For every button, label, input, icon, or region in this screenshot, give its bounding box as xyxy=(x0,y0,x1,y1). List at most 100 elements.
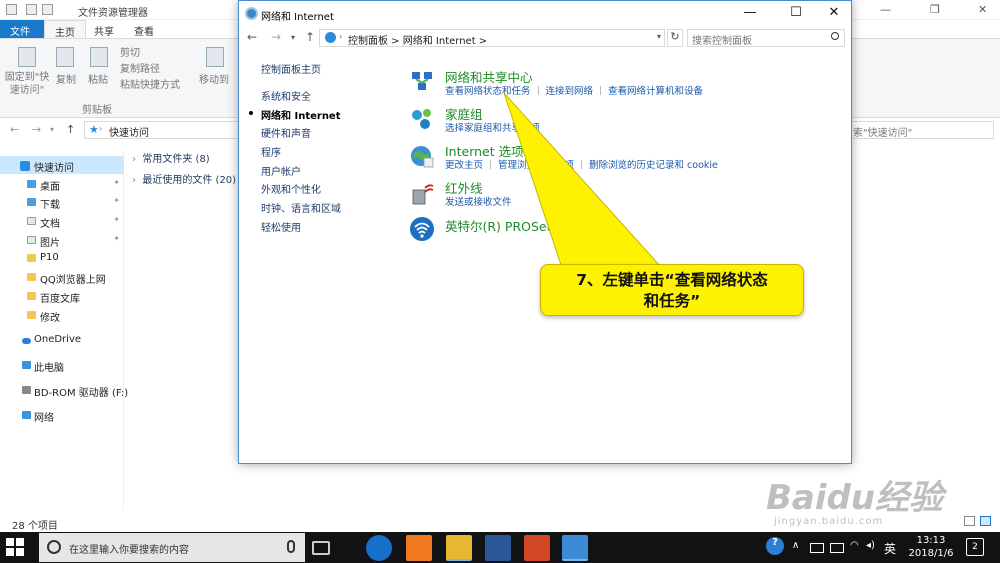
sidebar-item-onedrive[interactable]: OneDrive xyxy=(0,331,124,349)
battery-icon[interactable] xyxy=(830,543,844,553)
ime-indicator[interactable]: 英 xyxy=(884,540,896,557)
view-network-computers-link[interactable]: 查看网络计算机和设备 xyxy=(608,86,703,97)
up-icon[interactable]: ↑ xyxy=(66,123,75,136)
back-icon[interactable]: ← xyxy=(10,123,19,136)
sidebar-item-p10[interactable]: P10 xyxy=(0,249,124,267)
tab-share[interactable]: 共享 xyxy=(84,20,124,38)
word-icon[interactable] xyxy=(485,535,511,561)
change-homepage-link[interactable]: 更改主页 xyxy=(445,160,483,171)
explorer-search-input[interactable]: 索"快速访问" xyxy=(848,121,994,139)
action-center-icon[interactable]: 2 xyxy=(966,538,984,556)
maximize-button[interactable]: ☐ xyxy=(781,5,811,23)
control-panel-search-input[interactable]: 搜索控制面板 xyxy=(687,29,845,47)
tab-home[interactable]: 主页 xyxy=(44,20,86,39)
copy-icon xyxy=(56,47,74,67)
sidebar-item-qq-browser[interactable]: QQ浏览器上网 xyxy=(0,268,124,286)
volume-icon[interactable]: ◂) xyxy=(866,540,875,551)
copy-button[interactable]: 复制 xyxy=(54,71,78,86)
sidebar-item-pictures[interactable]: 图片 ✦ xyxy=(0,231,124,249)
sidebar-item-bd-rom[interactable]: BD-ROM 驱动器 (F:) xyxy=(0,381,128,399)
control-panel-icon xyxy=(325,32,336,43)
sidebar-item-this-pc[interactable]: 此电脑 xyxy=(0,356,124,374)
group-frequent-folders[interactable]: › 常用文件夹 (8) xyxy=(132,150,210,165)
intel-wireless-title[interactable]: 英特尔(R) PROSet/无线工具 xyxy=(445,216,606,235)
link-system-security[interactable]: 系统和安全 xyxy=(261,88,311,103)
recent-chevron-icon[interactable]: ▾ xyxy=(50,125,54,134)
view-network-status-link[interactable]: 查看网络状态和任务 xyxy=(445,86,531,97)
desktop-icon xyxy=(27,180,36,188)
forward-icon[interactable]: → xyxy=(271,30,281,44)
link-appearance[interactable]: 外观和个性化 xyxy=(261,181,321,196)
sidebar-item-network[interactable]: 网络 xyxy=(0,406,124,424)
pin-icon: ✦ xyxy=(113,196,120,205)
link-programs[interactable]: 程序 xyxy=(261,144,281,159)
pin-icon xyxy=(18,47,36,67)
link-label: 网络和 Internet xyxy=(261,111,341,122)
sidebar-item-label: 此电脑 xyxy=(34,363,64,374)
manage-addons-link[interactable]: 管理浏览器加载项 xyxy=(498,160,574,171)
quick-access-properties-icon[interactable] xyxy=(26,4,37,15)
explorer-minimize-icon[interactable]: — xyxy=(880,3,891,16)
group-recent-files[interactable]: › 最近使用的文件 (20) xyxy=(132,171,236,186)
explorer-close-icon[interactable]: ✕ xyxy=(978,3,987,16)
paste-shortcut-button[interactable]: 粘贴快捷方式 xyxy=(120,76,180,91)
back-icon[interactable]: ← xyxy=(247,30,257,44)
forward-icon[interactable]: → xyxy=(32,123,41,136)
link-hardware-sound[interactable]: 硬件和声音 xyxy=(261,125,311,140)
details-view-icon[interactable] xyxy=(964,516,975,526)
delete-history-link[interactable]: 删除浏览的历史记录和 cookie xyxy=(589,160,718,171)
sidebar-item-desktop[interactable]: 桌面 ✦ xyxy=(0,175,124,193)
recent-chevron-icon[interactable]: ▾ xyxy=(291,33,295,42)
show-hidden-icons-icon[interactable]: ∧ xyxy=(792,540,799,551)
link-control-panel-home[interactable]: 控制面板主页 xyxy=(261,61,321,76)
explorer-sidebar: 快速访问 桌面 ✦ 下载 ✦ 文档 ✦ 图片 ✦ P10 QQ浏览器上网 百度文库 修改… xyxy=(0,150,128,510)
control-panel-taskbar-icon[interactable] xyxy=(562,535,588,561)
browser-app-icon[interactable] xyxy=(406,535,432,561)
cut-button[interactable]: 剪切 xyxy=(120,44,140,59)
globe-icon xyxy=(411,146,434,168)
star-icon: ★ xyxy=(89,123,99,136)
control-panel-address-bar[interactable]: › 控制面板 > 网络和 Internet > ▾ xyxy=(319,29,665,47)
powerpoint-icon[interactable] xyxy=(524,535,550,561)
explorer-maximize-icon[interactable]: ❐ xyxy=(930,3,940,16)
paste-button[interactable]: 粘贴 xyxy=(86,71,110,86)
refresh-icon[interactable]: ↻ xyxy=(667,29,683,47)
send-receive-files-link[interactable]: 发送或接收文件 xyxy=(445,197,512,208)
file-explorer-icon[interactable] xyxy=(446,535,472,561)
taskbar-clock[interactable]: 13:13 2018/1/6 xyxy=(906,534,956,560)
close-button[interactable]: ✕ xyxy=(819,5,849,23)
minimize-button[interactable]: — xyxy=(735,5,765,23)
device-icon[interactable] xyxy=(810,543,824,553)
sidebar-item-baidu-wenku[interactable]: 百度文库 xyxy=(0,287,124,305)
up-icon[interactable]: ↑ xyxy=(305,30,315,44)
move-to-button[interactable]: 移动到 xyxy=(198,71,230,86)
link-user-accounts[interactable]: 用户帐户 xyxy=(261,163,301,178)
windows-start-icon[interactable] xyxy=(6,538,26,558)
sidebar-item-modify[interactable]: 修改 xyxy=(0,306,124,324)
address-dropdown-icon[interactable]: ▾ xyxy=(657,32,661,41)
copy-path-button[interactable]: 复制路径 xyxy=(120,60,160,75)
wifi-icon[interactable]: ◠ xyxy=(850,540,859,551)
link-ease-of-access[interactable]: 轻松使用 xyxy=(261,219,301,234)
homegroup-sharing-link[interactable]: 选择家庭组和共享选项 xyxy=(445,123,540,134)
sidebar-item-quick-access[interactable]: 快速访问 xyxy=(0,156,124,174)
pin-to-quick-access-button[interactable]: 固定到"快 速访问" xyxy=(4,71,50,97)
large-icons-view-icon[interactable] xyxy=(980,516,991,526)
task-view-icon[interactable] xyxy=(312,541,330,555)
taskbar-search-input[interactable]: 在这里输入你要搜索的内容 xyxy=(39,533,305,562)
edge-browser-icon[interactable] xyxy=(366,535,392,561)
pin-icon: ✦ xyxy=(113,215,120,224)
wireless-icon xyxy=(410,217,434,241)
tab-view[interactable]: 查看 xyxy=(124,20,164,38)
cortana-icon[interactable] xyxy=(47,540,61,554)
sidebar-item-downloads[interactable]: 下载 ✦ xyxy=(0,193,124,211)
sidebar-item-label: P10 xyxy=(40,252,59,263)
link-clock-language-region[interactable]: 时钟、语言和区域 xyxy=(261,200,341,215)
tab-file[interactable]: 文件 xyxy=(0,20,44,38)
microphone-icon[interactable] xyxy=(287,540,295,553)
help-icon[interactable]: ? xyxy=(766,537,784,555)
quick-access-new-folder-icon[interactable] xyxy=(42,4,53,15)
homegroup-links: 选择家庭组和共享选项 xyxy=(445,120,540,134)
connect-to-network-link[interactable]: 连接到网络 xyxy=(546,86,594,97)
sidebar-item-documents[interactable]: 文档 ✦ xyxy=(0,212,124,230)
